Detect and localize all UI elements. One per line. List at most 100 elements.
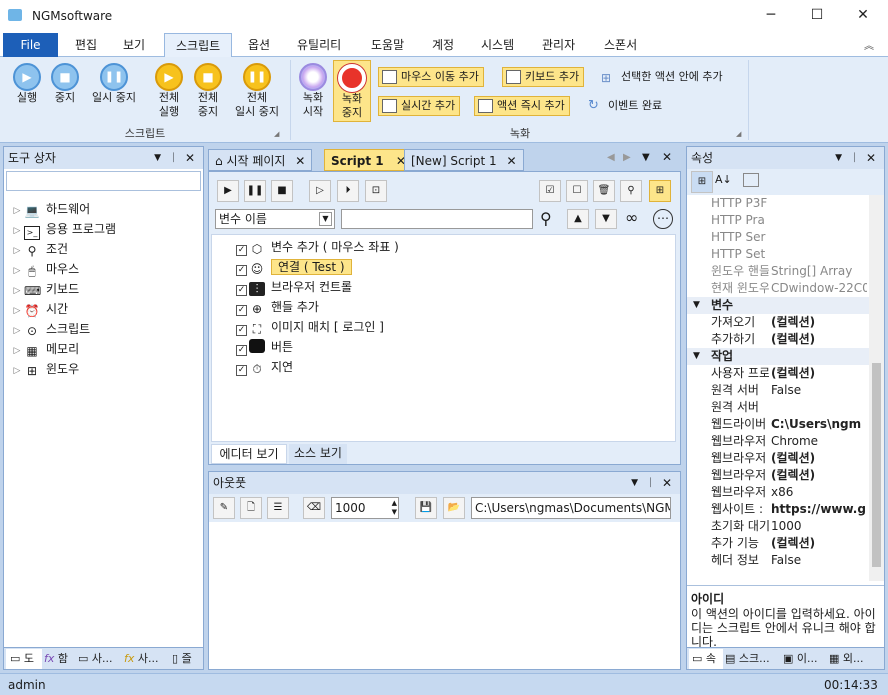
clean-icon[interactable]: ✎ [213, 497, 235, 519]
property-row[interactable]: HTTP Ser [687, 229, 869, 246]
action-item[interactable]: ✓ ☺ 연결 ( Test ) [236, 257, 352, 277]
property-value[interactable]: String[] Array [771, 263, 867, 280]
tab-edit[interactable]: 편집 [64, 33, 108, 57]
dialog-launcher-icon[interactable]: ◢ [736, 130, 741, 138]
dropdown-icon[interactable]: ▼ [642, 152, 650, 163]
action-item[interactable]: ✓ ⛶ 이미지 매치 [ 로그인 ] [236, 317, 384, 337]
eraser-icon[interactable]: ⌫ [303, 497, 325, 519]
tab-script[interactable]: 스크립트 [164, 33, 233, 57]
property-row[interactable]: 웹브라우저 Chrome [687, 433, 869, 450]
property-row[interactable]: 윈도우 핸들 String[] Array [687, 263, 869, 280]
dialog-launcher-icon[interactable]: ◢ [274, 130, 279, 138]
property-row[interactable]: 원격 서버 [687, 399, 869, 416]
maximize-button[interactable]: ☐ [794, 0, 840, 31]
run-button[interactable]: ▶ 실행 [10, 63, 44, 105]
uncheck-button[interactable]: ☐ [566, 180, 588, 202]
property-value[interactable]: (컬렉션) [771, 365, 867, 382]
output-path-input[interactable]: C:\Users\ngmas\Documents\NGM6\ [471, 497, 671, 519]
check-all-button[interactable]: ☑ [539, 180, 561, 202]
stop-button[interactable]: ■ [271, 180, 293, 202]
checkbox[interactable]: ✓ [236, 245, 247, 256]
tab-favorites[interactable]: ▯ 즐 [172, 649, 202, 669]
action-item[interactable]: ✓ ⊕ 핸들 추가 [236, 297, 319, 317]
property-value[interactable]: 1000 [771, 518, 867, 535]
pause-button[interactable]: ❚❚ [244, 180, 266, 202]
dropdown-icon[interactable]: ▼ [154, 147, 161, 169]
action-item[interactable]: ✓ 버튼 [236, 337, 293, 357]
pause-button[interactable]: ❚❚ 일시 중지 [86, 63, 142, 105]
toolbox-search-input[interactable] [6, 171, 201, 191]
dropdown-icon[interactable]: ▼ [631, 472, 638, 494]
categorized-icon[interactable]: ⊞ [691, 171, 713, 193]
tab-admin[interactable]: 관리자 [531, 33, 586, 57]
property-pages-icon[interactable] [743, 173, 759, 187]
move-down-button[interactable]: ▼ [595, 209, 617, 229]
tab-editor-view[interactable]: 에디터 보기 [211, 444, 287, 464]
expand-icon[interactable]: ▷ [10, 201, 24, 221]
property-value[interactable]: (컬렉션) [771, 314, 867, 331]
pause-all-button[interactable]: ❚❚ 전체 일시 중지 [228, 63, 286, 119]
tab-script-1[interactable]: Script 1 ✕ [324, 149, 413, 171]
property-row[interactable]: 현재 윈도우 CDwindow-22C0 [687, 280, 869, 297]
property-row[interactable]: 초기화 대기 1000 [687, 518, 869, 535]
tree-item-hardware[interactable]: ▷ 💻 하드웨어 [10, 199, 203, 219]
save-icon[interactable]: 💾 [415, 497, 437, 519]
file-settings-icon[interactable]: 🗋 [240, 497, 262, 519]
property-row[interactable]: HTTP P3F [687, 195, 869, 212]
property-value[interactable]: C:\Users\ngm [771, 416, 867, 433]
property-value[interactable]: (컬렉션) [771, 535, 867, 552]
step-into-button[interactable]: ⏵ [337, 180, 359, 202]
search-icon[interactable]: ⚲ [540, 209, 552, 228]
tab-new-script-1[interactable]: [New] Script 1 ✕ [404, 149, 524, 171]
collapse-icon[interactable]: ▼ [693, 297, 700, 314]
tab-view[interactable]: 보기 [112, 33, 156, 57]
close-button[interactable]: ✕ [840, 0, 886, 31]
checkbox[interactable]: ✓ [236, 285, 247, 296]
tree-item-time[interactable]: ▷ ⏰ 시간 [10, 299, 203, 319]
property-row[interactable]: HTTP Set [687, 246, 869, 263]
tab-properties[interactable]: ▭ 속 [689, 649, 723, 669]
event-done-button[interactable]: ↻ 이벤트 완료 [586, 97, 662, 117]
checkbox[interactable]: ✓ [236, 345, 247, 356]
add-action-now-button[interactable]: 액션 즉시 추가 [474, 96, 570, 116]
tree-item-window[interactable]: ▷ ⊞ 윈도우 [10, 359, 203, 379]
tab-options[interactable]: 옵션 [237, 33, 281, 57]
tab-source-view[interactable]: 소스 보기 [289, 444, 347, 464]
tree-item-script[interactable]: ▷ ⊙ 스크립트 [10, 319, 203, 339]
add-mouse-move-button[interactable]: 마우스 이동 추가 [378, 67, 484, 87]
property-row[interactable]: 웹브라우저 x86 [687, 484, 869, 501]
property-value[interactable]: Chrome [771, 433, 867, 450]
action-item[interactable]: ✓ ⬡ 변수 추가 ( 마우스 좌표 ) [236, 237, 399, 257]
tab-sponsor[interactable]: 스폰서 [593, 33, 648, 57]
property-row[interactable]: 헤더 정보 False [687, 552, 869, 569]
tab-scripts[interactable]: ▤ 스크... [725, 649, 781, 669]
close-icon[interactable]: ✕ [506, 154, 516, 168]
pin-icon[interactable]: ᛁ [851, 147, 858, 169]
property-row[interactable]: 원격 서버 False [687, 382, 869, 399]
step-over-button[interactable]: ⊡ [365, 180, 387, 202]
add-keyboard-button[interactable]: 키보드 추가 [502, 67, 585, 87]
property-category[interactable]: ▼ 변수 [687, 297, 869, 314]
move-up-button[interactable]: ▲ [567, 209, 589, 229]
close-icon[interactable]: ✕ [185, 147, 195, 169]
close-icon[interactable]: ✕ [662, 150, 672, 164]
property-scrollbar[interactable] [869, 195, 884, 581]
add-realtime-button[interactable]: 실시간 추가 [378, 96, 461, 116]
close-icon[interactable]: ✕ [866, 147, 876, 169]
stop-button[interactable]: ■ 중지 [48, 63, 82, 105]
checkbox[interactable]: ✓ [236, 305, 247, 316]
scroll-left-icon[interactable]: ◀ [607, 152, 615, 163]
add-in-selected-button[interactable]: ⊞ 선택한 액션 안에 추가 [599, 68, 723, 88]
close-icon[interactable]: ✕ [295, 154, 305, 168]
collapse-icon[interactable]: ▼ [693, 348, 700, 365]
property-value[interactable]: (컬렉션) [771, 467, 867, 484]
pin-icon[interactable]: ᛁ [647, 472, 654, 494]
action-item[interactable]: ✓ ⫶ 브라우저 컨트롤 [236, 277, 352, 297]
tab-external[interactable]: ▦ 외... [829, 649, 883, 669]
tree-item-memory[interactable]: ▷ ▦ 메모리 [10, 339, 203, 359]
expand-icon[interactable]: ▷ [10, 221, 24, 241]
property-value[interactable]: False [771, 552, 867, 569]
tab-account[interactable]: 계정 [421, 33, 465, 57]
tab-help[interactable]: 도움말 [360, 33, 415, 57]
property-row[interactable]: 웹브라우저 (컬렉션) [687, 450, 869, 467]
